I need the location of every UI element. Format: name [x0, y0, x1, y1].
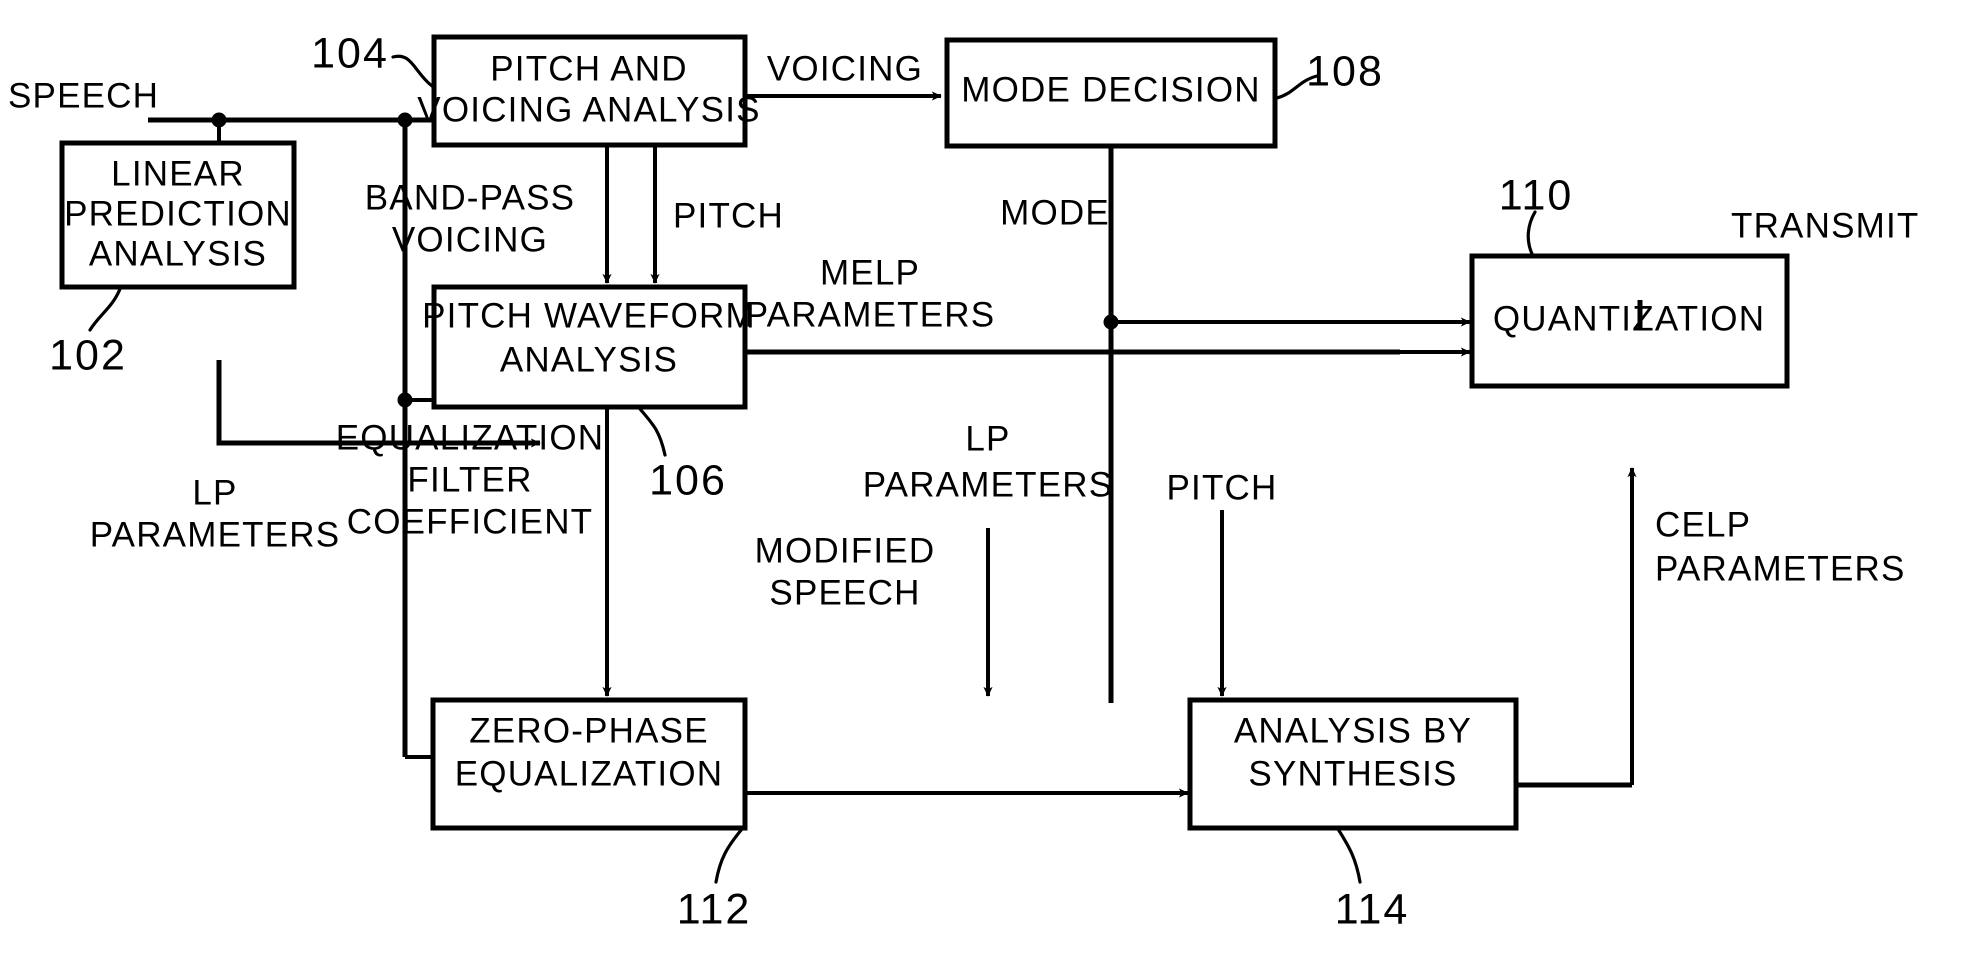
ref-114-group: 114 — [1335, 827, 1410, 933]
ref-112-group: 112 — [677, 827, 752, 933]
ref-numeral-108: 108 — [1306, 47, 1384, 95]
block-label-lpa-line1: LINEAR — [111, 154, 245, 193]
ref-108-group: 108 — [1275, 47, 1384, 100]
block-pitch-waveform-analysis[interactable]: PITCH WAVEFORM ANALYSIS — [422, 284, 756, 410]
block-label-zpe-line1: ZERO-PHASE — [469, 711, 709, 750]
ref-numeral-110: 110 — [1499, 171, 1574, 219]
label-modified-line2: SPEECH — [769, 573, 920, 612]
ref-102-group: 102 — [49, 287, 127, 379]
block-linear-prediction-analysis[interactable]: LINEAR PREDICTION ANALYSIS — [59, 140, 297, 290]
ref-numeral-112: 112 — [677, 885, 752, 933]
label-pitch-pva: PITCH — [673, 196, 784, 235]
block-label-zpe-line2: EQUALIZATION — [455, 754, 724, 793]
block-label-pwa-line1: PITCH WAVEFORM — [422, 296, 756, 335]
ref-104-group: 104 — [311, 29, 434, 88]
wire-mode — [1103, 146, 1471, 703]
label-celp-line2: PARAMETERS — [1655, 549, 1906, 588]
block-label-lpa-line3: ANALYSIS — [89, 234, 267, 273]
block-label-mode-decision: MODE DECISION — [961, 70, 1261, 109]
ref-numeral-104: 104 — [311, 29, 389, 77]
block-label-pwa-line2: ANALYSIS — [500, 340, 678, 379]
label-modified-line1: MODIFIED — [755, 531, 936, 570]
label-pitch-abs: PITCH — [1167, 468, 1278, 507]
block-quantization[interactable]: QUANTIZATION — [1469, 253, 1790, 389]
ref-110-group: 110 — [1499, 171, 1574, 258]
block-label-pva-line2: VOICING ANALYSIS — [417, 90, 760, 129]
block-label-lpa-line2: PREDICTION — [64, 194, 292, 233]
block-label-abs-line1: ANALYSIS BY — [1234, 711, 1472, 750]
block-label-pva-line1: PITCH AND — [490, 49, 688, 88]
ref-numeral-106: 106 — [649, 456, 727, 504]
ref-numeral-114: 114 — [1335, 885, 1410, 933]
ref-106-group: 106 — [638, 407, 727, 504]
label-lp-parameters-line2: PARAMETERS — [90, 515, 341, 554]
diagram-canvas: LINEAR PREDICTION ANALYSIS PITCH AND VOI… — [0, 0, 1973, 970]
label-celp-line1: CELP — [1655, 505, 1751, 544]
label-eq-filter-line2: FILTER — [407, 460, 532, 499]
block-diagram-svg: LINEAR PREDICTION ANALYSIS PITCH AND VOI… — [8, 29, 1919, 933]
block-zero-phase-equalization[interactable]: ZERO-PHASE EQUALIZATION — [430, 697, 748, 831]
label-band-pass-line1: BAND-PASS — [365, 178, 575, 217]
label-eq-filter-line1: EQUALIZATION — [336, 418, 605, 457]
label-band-pass-line2: VOICING — [392, 220, 548, 259]
block-analysis-by-synthesis[interactable]: ANALYSIS BY SYNTHESIS — [1187, 697, 1519, 831]
block-label-abs-line2: SYNTHESIS — [1248, 754, 1457, 793]
block-label-quantization: QUANTIZATION — [1493, 299, 1765, 338]
ref-numeral-102: 102 — [49, 331, 127, 379]
block-mode-decision[interactable]: MODE DECISION — [944, 37, 1278, 149]
label-mode: MODE — [1000, 193, 1110, 232]
label-transmit: TRANSMIT — [1731, 206, 1919, 245]
label-melp-line2: PARAMETERS — [745, 295, 996, 334]
block-pitch-and-voicing-analysis[interactable]: PITCH AND VOICING ANALYSIS — [417, 34, 760, 148]
label-lp-parameters-line1: LP — [192, 473, 237, 512]
label-lp-params-abs-line2: PARAMETERS — [863, 465, 1114, 504]
label-melp-line1: MELP — [820, 253, 920, 292]
label-speech: SPEECH — [8, 76, 159, 115]
label-voicing: VOICING — [767, 49, 923, 88]
label-eq-filter-line3: COEFFICIENT — [347, 502, 594, 541]
label-lp-params-abs-line1: LP — [965, 419, 1010, 458]
